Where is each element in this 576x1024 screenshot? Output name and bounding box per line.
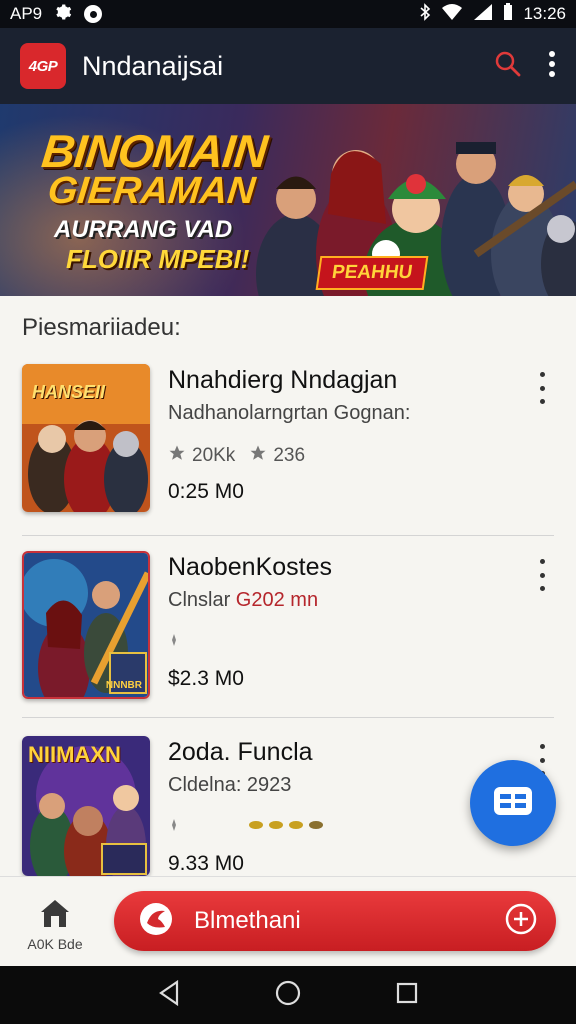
item-rating [168, 816, 328, 838]
star-icon [168, 631, 180, 653]
add-circle-icon[interactable] [504, 902, 538, 941]
item-subtitle: Nadhanolarngrtan Gognan: [168, 402, 411, 424]
thumbnail-title: NIIMAXN [28, 742, 121, 767]
item-title: 2oda. Funcla [168, 738, 313, 766]
brand-swirl-icon [138, 901, 174, 942]
cta-label: Blmethani [194, 907, 301, 934]
item-more-icon[interactable] [532, 372, 552, 404]
item-title: Nnahdierg Nndagjan [168, 366, 398, 394]
item-subtitle-accent: G202 mn [235, 589, 319, 611]
item-more-icon[interactable] [532, 559, 552, 591]
search-icon[interactable] [494, 50, 522, 83]
thumbnail-title: HANSEII [32, 382, 106, 402]
bluetooth-icon [419, 2, 431, 26]
status-time: 13:26 [523, 4, 566, 23]
game-thumbnail[interactable]: NNNBR [22, 551, 150, 699]
battery-icon [503, 2, 513, 26]
item-price: 0:25 M0 [168, 480, 244, 503]
star-icon [168, 816, 180, 838]
banner-badge: PEAHHU [315, 256, 429, 290]
rating-value: 236 [273, 445, 306, 466]
app-title: Nndanaijsai [82, 50, 224, 81]
game-thumbnail[interactable]: HANSEII [22, 364, 150, 512]
divider [22, 717, 554, 718]
app-bar: 4GP Nndanaijsai [0, 28, 576, 104]
notification-dot-icon [84, 5, 103, 23]
recents-square-icon[interactable] [395, 981, 419, 1010]
item-title: NaobenKostes [168, 553, 333, 581]
item-price: $2.3 M0 [168, 667, 244, 690]
item-subtitle-prefix: Clnslar [168, 589, 236, 611]
home-icon [38, 900, 72, 933]
nav-home-tab[interactable]: A0K Bde [18, 897, 92, 961]
overflow-menu-icon[interactable] [548, 50, 556, 82]
status-carrier-text: AP9 [10, 4, 43, 23]
item-price: 9.33 M0 [168, 852, 244, 875]
star-icon [249, 444, 267, 468]
item-subtitle: Cldelna: 2923 [168, 774, 292, 796]
settings-gear-icon [54, 3, 72, 26]
app-logo[interactable]: 4GP [20, 43, 66, 89]
list-item[interactable]: NNNBR NaobenKostes Clnslar G202 mn $2.3 … [0, 551, 576, 731]
thumbnail-title: NNNBR [105, 680, 142, 691]
status-bar: AP9 13:26 [0, 0, 576, 28]
promo-banner[interactable]: BINOMAIN GIERAMAN AURRANG VAD FLOIIR MPE… [0, 104, 576, 296]
banner-headline-2: GIERAMAN [45, 170, 258, 212]
wifi-icon [441, 3, 463, 26]
game-thumbnail[interactable]: NIIMAXN [22, 736, 150, 876]
list-item[interactable]: HANSEII Nnahdierg Nndagjan Nadhanolarngr… [0, 364, 576, 544]
banner-tagline-2: FLOIIR MPEBI! [66, 244, 250, 274]
item-rating: 20Kk 236 [168, 444, 305, 468]
back-icon[interactable] [157, 979, 181, 1011]
item-rating [168, 631, 180, 653]
divider [22, 535, 554, 536]
system-nav-bar [0, 966, 576, 1024]
star-icon [168, 444, 186, 468]
primary-cta-button[interactable]: Blmethani [114, 891, 556, 951]
grid-menu-icon [493, 786, 533, 821]
item-subtitle: Clnslar G202 mn [168, 589, 318, 612]
rating-count: 20Kk [192, 445, 236, 466]
home-circle-icon[interactable] [274, 979, 302, 1012]
section-title: Piesmariiadeu: [22, 314, 181, 341]
bottom-nav: A0K Bde Blmethani [0, 876, 576, 966]
award-icons [248, 816, 328, 838]
nav-home-label: A0K Bde [27, 936, 83, 952]
floating-action-button[interactable] [470, 760, 556, 846]
signal-icon [473, 3, 493, 26]
banner-tagline-1: AURRANG VAD [54, 216, 233, 243]
